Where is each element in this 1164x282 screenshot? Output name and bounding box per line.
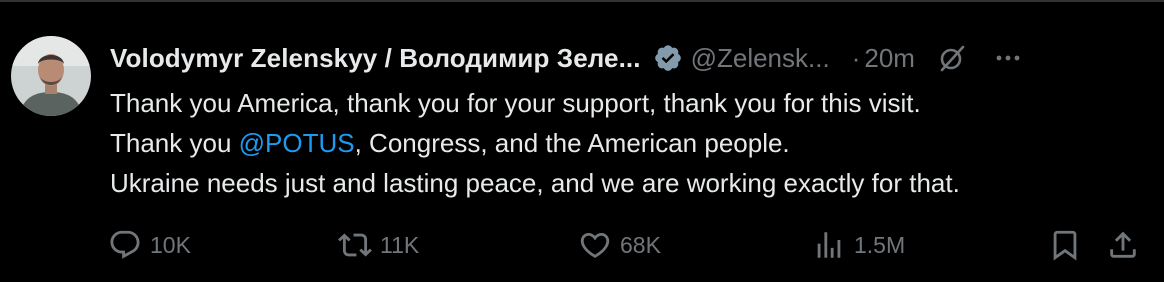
reply-button[interactable]: 10K (108, 225, 191, 265)
views-icon (812, 228, 846, 262)
reply-icon (108, 228, 142, 262)
mention-link[interactable]: @POTUS (239, 128, 355, 158)
author-name[interactable]: Volodymyr Zelenskyy / Володимир Зеле... (110, 43, 641, 74)
repost-button[interactable]: 11K (338, 225, 419, 265)
author-handle[interactable]: @Zelensk... (691, 43, 830, 74)
views-button[interactable]: 1.5M (812, 225, 905, 265)
like-count: 68K (620, 231, 661, 258)
share-icon (1106, 228, 1140, 262)
like-button[interactable]: 68K (578, 225, 661, 265)
tweet-text-line-2-suffix: , Congress, and the American people. (354, 128, 790, 158)
avatar[interactable] (11, 36, 91, 116)
like-icon (578, 228, 612, 262)
avatar-image (11, 36, 91, 116)
action-bar: 10K 11K 68K 1.5M (0, 225, 1164, 265)
timestamp[interactable]: 20m (864, 43, 915, 74)
tweet-text-line-3: Ukraine needs just and lasting peace, an… (110, 168, 960, 198)
more-icon[interactable] (993, 43, 1023, 73)
reply-count: 10K (150, 231, 191, 258)
grok-icon[interactable] (937, 43, 967, 73)
views-count: 1.5M (854, 231, 906, 258)
bookmark-button[interactable] (1048, 225, 1082, 265)
separator-dot: · (851, 42, 861, 73)
top-divider (0, 0, 1164, 2)
share-button[interactable] (1106, 225, 1140, 265)
bookmark-icon (1048, 228, 1082, 262)
tweet-text-line-2-prefix: Thank you (110, 128, 239, 158)
tweet-header: Volodymyr Zelenskyy / Володимир Зеле... … (110, 38, 1150, 78)
tweet-text-line-1: Thank you America, thank you for your su… (110, 88, 921, 118)
tweet-text: Thank you America, thank you for your su… (110, 83, 1150, 203)
repost-count: 11K (380, 231, 420, 258)
tweet-text-line-2: Thank you @POTUS, Congress, and the Amer… (110, 123, 1150, 163)
verified-badge-icon[interactable] (653, 43, 683, 73)
repost-icon (338, 228, 372, 262)
